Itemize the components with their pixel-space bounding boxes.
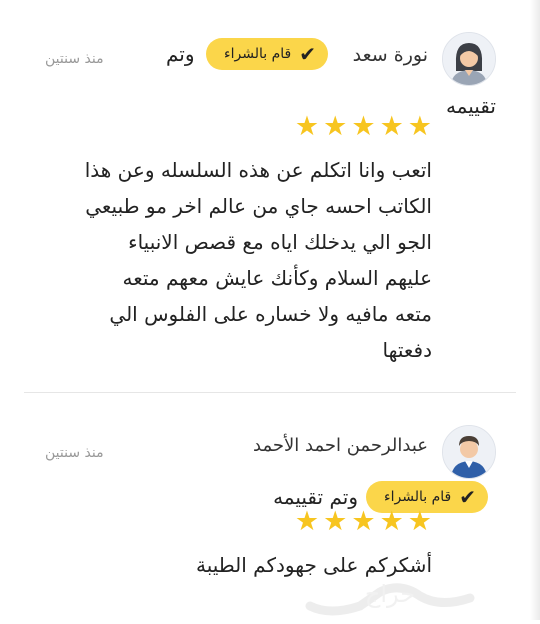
female-user-avatar-icon: [443, 33, 495, 85]
purchased-badge-label: قام بالشراء: [384, 489, 452, 505]
star-icon: ★: [351, 506, 376, 537]
star-icon: ★: [379, 506, 404, 537]
reviewer-name[interactable]: عبدالرحمن احمد الأحمد: [253, 435, 428, 456]
star-icon: ★: [407, 111, 432, 142]
star-icon: ★: [294, 506, 320, 537]
review-time: منذ سنتين: [45, 445, 104, 461]
star-icon: ★: [379, 111, 404, 142]
rating-stars: ★ ★ ★ ★ ★: [291, 113, 432, 140]
rating-stars: ★ ★ ★ ★ ★: [291, 508, 432, 535]
reviewer-avatar: [442, 425, 496, 479]
reviewer-avatar: [442, 32, 496, 86]
male-user-avatar-icon: [443, 426, 495, 478]
watermark-text: حراج: [365, 580, 415, 608]
reviewer-name[interactable]: نورة سعد: [353, 44, 428, 66]
haraj-watermark-logo: حراج: [300, 572, 480, 620]
star-icon: ★: [407, 506, 432, 537]
review-time: منذ سنتين: [45, 51, 104, 67]
star-icon: ★: [323, 111, 348, 142]
rated-suffix-line2: تقييمه: [445, 94, 496, 118]
star-icon: ★: [351, 111, 376, 142]
star-icon: ★: [294, 111, 320, 142]
review-text: اتعب وانا اتكلم عن هذه السلسله وعن هذا ا…: [84, 158, 432, 362]
purchased-badge: ✔ قام بالشراء: [206, 38, 328, 70]
checkmark-icon: ✔: [299, 42, 316, 66]
scroll-edge-shadow: [530, 0, 540, 620]
purchased-badge-label: قام بالشراء: [224, 46, 292, 62]
rated-suffix: وتم: [166, 42, 195, 66]
review-card: نورة سعد ✔ قام بالشراء وتم منذ سنتين تقي…: [0, 0, 540, 392]
checkmark-icon: ✔: [459, 485, 476, 509]
star-icon: ★: [323, 506, 348, 537]
